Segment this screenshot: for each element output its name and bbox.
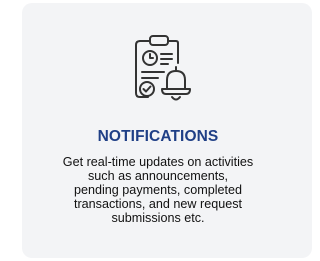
notifications-feature-card: NOTIFICATIONS Get real-time updates on a… <box>22 3 312 258</box>
description-line: transactions, and new request <box>73 197 243 211</box>
description-line: submissions etc. <box>111 211 205 225</box>
description-line: Get real-time updates on activities <box>62 155 254 169</box>
card-title: NOTIFICATIONS <box>97 128 219 145</box>
card-description: Get real-time updates on activities such… <box>22 155 294 225</box>
description-line: such as announcements, <box>87 169 229 183</box>
description-line: pending payments, completed <box>73 183 243 197</box>
checklist-alarm-bell-icon <box>130 33 196 105</box>
